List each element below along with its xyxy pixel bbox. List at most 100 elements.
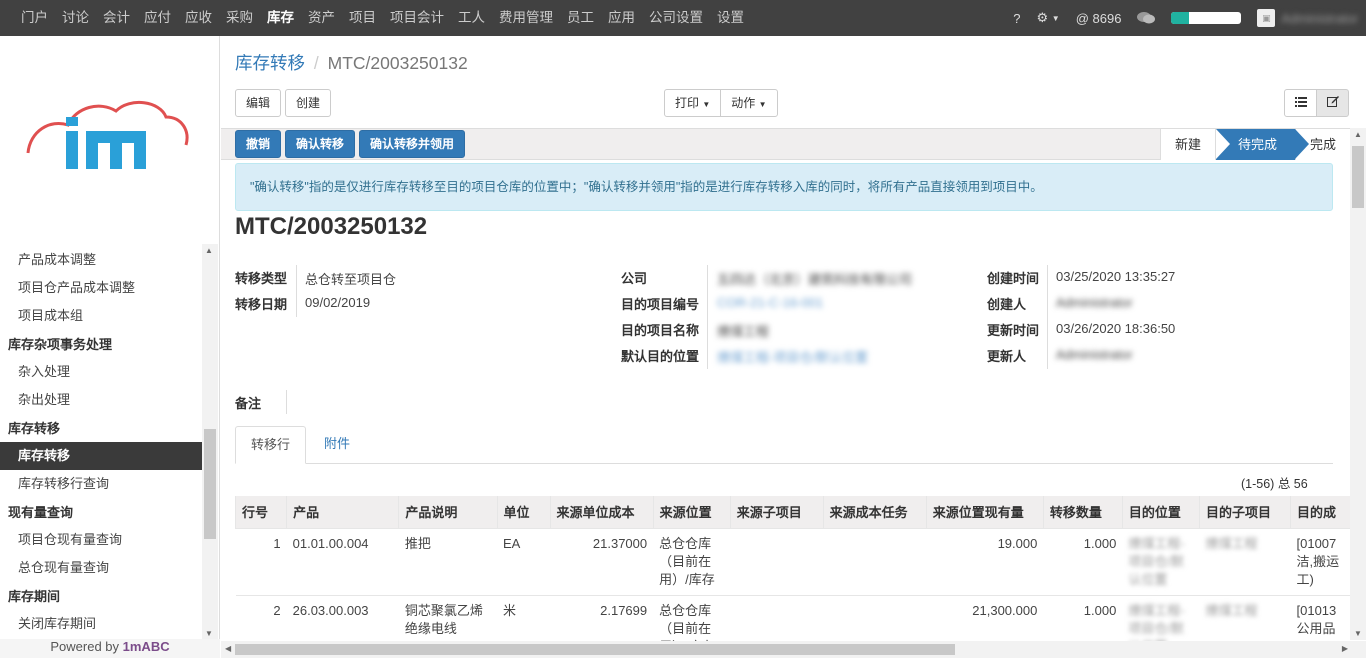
top-menu-item[interactable]: 应收 [178,0,219,36]
status-bar: 撤销 确认转移 确认转移并领用 新建 待完成 完成 [221,128,1350,160]
edit-icon [1326,96,1339,107]
cell-cost: 21.37000 [550,527,654,595]
user-menu[interactable]: ▣ Administrator [1249,9,1366,27]
top-menu-item[interactable]: 项目会计 [383,0,451,36]
scroll-up-icon[interactable]: ▲ [205,246,213,255]
sidebar-scrollbar[interactable]: ▲ ▼ [202,244,218,640]
sidebar-item[interactable]: 项目仓产品成本调整 [0,274,202,302]
user-name: Administrator [1281,10,1358,26]
scroll-down-icon[interactable]: ▼ [1354,629,1362,638]
company-value: 五四达（北京）建筑科技有限公司 [717,272,913,287]
sidebar-item[interactable]: 杂出处理 [0,386,202,414]
sidebar: 产品成本调整 项目仓产品成本调整 项目成本组 库存杂项事务处理 杂入处理 杂出处理 库存转移… [0,36,220,658]
top-menu-item[interactable]: 项目 [342,0,383,36]
updated-by-label: 更新人 [987,349,1027,364]
cell-uom: EA [497,527,550,595]
sidebar-item[interactable]: 项目仓现有量查询 [0,526,202,554]
status-stage: 待完成 [1214,129,1310,160]
list-icon [1294,97,1307,107]
sidebar-section-header: 库存转移 [8,421,61,436]
column-header[interactable]: 产品说明 [398,496,498,528]
dest-project-no-link[interactable]: COR-21-C-16-001 [717,295,823,310]
sidebar-item[interactable]: 杂入处理 [0,358,202,386]
print-dropdown[interactable]: 打印 ▼ [664,89,722,117]
top-menu-item[interactable]: 门户 [14,0,55,36]
table-row[interactable]: 1 01.01.00.004 推把 EA 21.37000 总仓仓库（目前在用）/库存 19… [235,527,1350,595]
column-header[interactable]: 产品 [286,496,399,528]
top-menu-item[interactable]: 讨论 [55,0,96,36]
tab-attachments[interactable]: 附件 [309,426,365,464]
horizontal-scroll-thumb[interactable] [235,644,955,655]
cell-src-sub [730,527,824,595]
created-at-value: 03/25/2020 13:35:27 [1056,269,1176,284]
top-menu-item[interactable]: 会计 [96,0,137,36]
top-menu-item[interactable]: 费用管理 [492,0,560,36]
top-menu-item[interactable]: 设置 [710,0,751,36]
top-menu-item[interactable]: 应付 [137,0,178,36]
main-horizontal-scrollbar[interactable]: ◀ ▶ [221,641,1366,658]
table-row[interactable]: 226.03.00.003铜芯聚氯乙烯绝缘电线[BV]4mm2米2.17699总… [235,594,1350,641]
column-header[interactable]: 来源位置现有量 [925,496,1044,528]
column-header[interactable]: 行号 [234,496,287,528]
breadcrumb-parent[interactable]: 库存转移 [235,53,305,73]
form-view-button[interactable] [1316,89,1349,117]
help-button[interactable]: ? [1005,11,1028,26]
scroll-right-icon[interactable]: ▶ [1342,644,1348,653]
transfer-type-label: 转移类型 [235,271,288,286]
field-divider [1047,265,1048,369]
action-dropdown[interactable]: 动作 ▼ [720,89,778,117]
column-header[interactable]: 来源子项目 [729,496,824,528]
sidebar-item[interactable]: 总仓现有量查询 [0,554,202,582]
sidebar-item[interactable]: 库存转移行查询 [0,470,202,498]
confirm-transfer-and-issue-button[interactable]: 确认转移并领用 [359,130,466,158]
top-menu-item[interactable]: 资产 [301,0,342,36]
settings-dropdown[interactable]: ⚙ ▼ [1028,10,1067,26]
avatar: ▣ [1257,9,1276,27]
scroll-down-icon[interactable]: ▼ [205,629,213,638]
list-view-button[interactable] [1284,89,1317,117]
top-menu-item[interactable]: 采购 [219,0,260,36]
powered-by: Powered by 1mABC [0,639,220,658]
cell-dest-cost: [01013 公用品 [1290,594,1350,641]
default-location-link[interactable]: 燎煤工程-项目仓/默认位置 [717,347,868,366]
pager[interactable]: (1-56) 总 56 [1241,473,1308,492]
top-menu-item[interactable]: 员工 [560,0,601,36]
chat-icon[interactable] [1129,11,1163,25]
create-button[interactable]: 创建 [285,89,332,117]
transfer-date-label: 转移日期 [235,297,288,312]
sidebar-item[interactable]: 库存转移 [0,442,202,470]
column-header[interactable]: 目的成 [1290,496,1350,528]
mentions-button[interactable]: @ 8696 [1068,11,1130,26]
column-header[interactable]: 单位 [496,496,550,528]
column-header[interactable]: 来源单位成本 [549,496,654,528]
column-header[interactable]: 目的子项目 [1198,496,1291,528]
sidebar-item[interactable]: 项目成本组 [0,302,202,330]
confirm-transfer-button[interactable]: 确认转移 [285,130,356,158]
cell-onhand: 19.000 [926,527,1044,595]
top-menu-item[interactable]: 库存 [260,0,301,36]
cell-no: 1 [235,527,287,595]
cancel-button[interactable]: 撤销 [235,130,282,158]
scroll-up-icon[interactable]: ▲ [1354,130,1362,139]
main-scroll-thumb[interactable] [1352,146,1364,208]
breadcrumb: 库存转移 / MTC/2003250132 [235,50,468,75]
main-vertical-scrollbar[interactable]: ▲ ▼ [1350,128,1366,640]
column-header[interactable]: 来源位置 [652,496,731,528]
top-menu-item[interactable]: 工人 [451,0,492,36]
tab-transfer-lines[interactable]: 转移行 [235,426,307,464]
sidebar-item[interactable]: 产品成本调整 [0,246,202,274]
default-location-label: 默认目的位置 [621,349,700,364]
cell-product: 01.01.00.004 [286,527,399,595]
scroll-left-icon[interactable]: ◀ [225,644,231,653]
top-menu-item[interactable]: 公司设置 [642,0,710,36]
sidebar-item[interactable]: 关闭库存期间 [0,610,202,638]
edit-button[interactable]: 编辑 [235,89,282,117]
sidebar-scroll-thumb[interactable] [204,429,216,539]
brand-link[interactable]: 1mABC [123,639,170,654]
column-header[interactable]: 来源成本任务 [822,496,927,528]
column-header[interactable]: 目的位置 [1121,496,1200,528]
top-menu-item[interactable]: 应用 [601,0,642,36]
column-header[interactable]: 转移数量 [1042,496,1123,528]
cell-desc: 铜芯聚氯乙烯绝缘电线[BV]4mm2 [398,594,498,641]
top-navbar: 门户 讨论 会计 应付 应收 采购 库存 资产 项目 项目会计 工人 费用管理 员工 应用 公司设置 设置 ?… [0,0,1366,36]
